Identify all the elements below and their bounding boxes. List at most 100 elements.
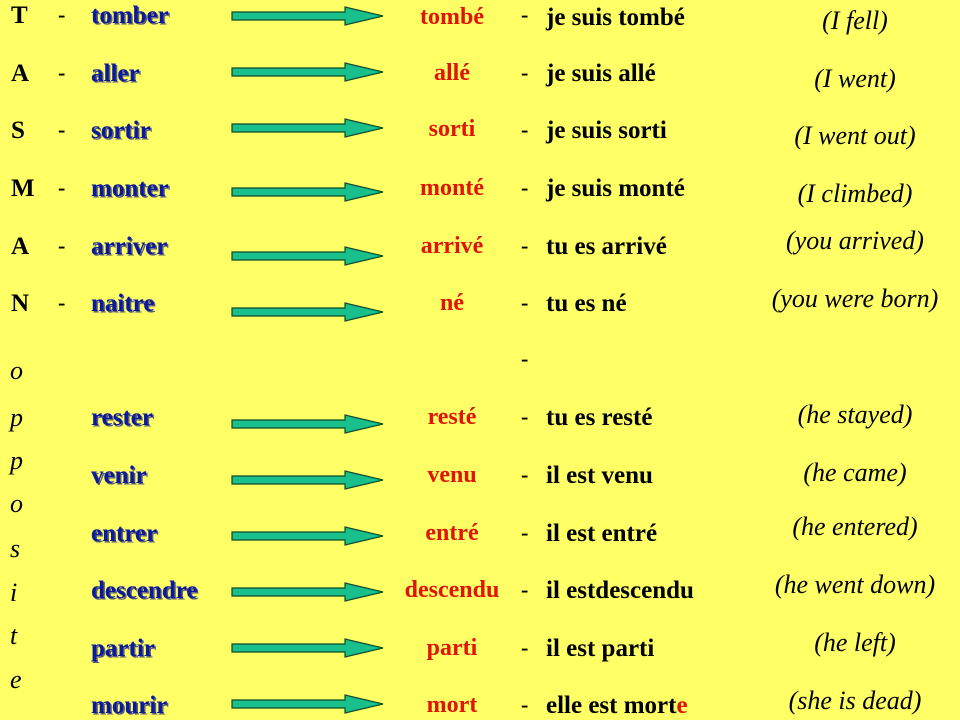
separator-dash: - <box>521 692 529 717</box>
right-arrow-icon <box>231 526 385 546</box>
opposite-letter: o <box>10 356 23 385</box>
separator-dash: - <box>521 290 529 315</box>
past-participle: allé <box>434 60 470 86</box>
right-arrow-icon <box>231 582 385 602</box>
infinitive-verb: partir <box>91 635 155 662</box>
passe-compose-phrase: tu es resté <box>546 404 652 432</box>
right-arrow-icon <box>231 118 385 138</box>
separator-dash: - <box>521 117 529 142</box>
mnemonic-letter: S <box>11 117 25 144</box>
right-arrow-icon <box>231 638 385 658</box>
separator-dash: - <box>521 175 529 200</box>
phrase-text: tu es arrivé <box>546 233 667 260</box>
phrase-text: tu es resté <box>546 404 653 431</box>
past-participle: resté <box>427 404 477 430</box>
passe-compose-phrase: il est venu <box>546 462 653 490</box>
opposite-letter: e <box>10 665 22 694</box>
english-translation: (I went out) <box>794 121 916 150</box>
english-translation: (he came) <box>803 458 907 487</box>
infinitive-verb: entrer <box>91 520 158 547</box>
english-translation: (I fell) <box>822 6 888 35</box>
phrase-text: tu es né <box>546 290 627 317</box>
mnemonic-letter: A <box>11 233 30 260</box>
passe-compose-phrase: tu es arrivé <box>546 233 667 261</box>
separator-dash: - <box>58 290 66 315</box>
english-translation: (I went) <box>814 64 896 93</box>
opposite-letter: o <box>10 489 23 518</box>
infinitive-verb: sortir <box>91 117 151 144</box>
separator-dash: - <box>58 175 66 200</box>
right-arrow-icon <box>231 302 385 322</box>
separator-dash: - <box>58 233 66 258</box>
phrase-text: je suis sorti <box>546 117 667 144</box>
passe-compose-phrase: je suis sorti <box>546 117 667 145</box>
passe-compose-phrase: je suis tombé <box>546 4 685 32</box>
phrase-text: il est venu <box>546 462 653 489</box>
passe-compose-phrase: je suis monté <box>546 175 685 203</box>
past-participle: arrivé <box>420 233 484 259</box>
english-translation: (he entered) <box>792 512 918 541</box>
right-arrow-icon <box>231 6 385 26</box>
right-arrow-icon <box>231 470 385 490</box>
feminine-agreement-suffix: e <box>676 692 688 719</box>
opposite-letter: p <box>10 446 23 475</box>
past-participle: monté <box>420 175 484 201</box>
english-translation: (she is dead) <box>788 686 922 715</box>
phrase-text: je suis tombé <box>546 4 685 31</box>
phrase-text: il est parti <box>546 635 655 662</box>
past-participle: mort <box>426 692 478 718</box>
infinitive-verb: rester <box>91 404 153 431</box>
phrase-text: il est entré <box>546 520 658 547</box>
past-participle: tombé <box>420 4 484 30</box>
infinitive-verb: descendre <box>91 577 198 604</box>
infinitive-verb: mourir <box>91 692 168 719</box>
mnemonic-letter: N <box>11 290 30 317</box>
past-participle: descendu <box>404 577 500 603</box>
separator-dash: - <box>58 60 66 85</box>
separator-dash: - <box>521 462 529 487</box>
right-arrow-icon <box>231 246 385 266</box>
separator-dash: - <box>58 117 66 142</box>
infinitive-verb: aller <box>91 60 140 87</box>
passe-compose-phrase: elle est morte <box>546 692 688 720</box>
phrase-text: je suis monté <box>546 175 685 202</box>
opposite-letter: t <box>10 621 18 650</box>
separator-dash: - <box>521 233 529 258</box>
passe-compose-phrase: il estdescendu <box>546 577 694 605</box>
passe-compose-phrase: il est entré <box>546 520 657 548</box>
separator-dash: - <box>58 2 66 27</box>
passe-compose-phrase: il est parti <box>546 635 654 663</box>
separator-dash: - <box>521 635 529 660</box>
infinitive-verb: arriver <box>91 233 168 260</box>
infinitive-verb: tomber <box>91 2 169 29</box>
passe-compose-phrase: tu es né <box>546 290 627 318</box>
opposite-letter: p <box>10 403 23 432</box>
passe-compose-phrase: je suis allé <box>546 60 656 88</box>
right-arrow-icon <box>231 62 385 82</box>
english-translation: (you arrived) <box>786 226 924 255</box>
english-translation: (he stayed) <box>797 400 913 429</box>
right-arrow-icon <box>231 182 385 202</box>
past-participle: venu <box>427 462 477 488</box>
mnemonic-letter: A <box>11 60 30 87</box>
right-arrow-icon <box>231 414 385 434</box>
phrase-text: je suis allé <box>546 60 656 87</box>
opposite-letter: s <box>10 534 21 563</box>
phrase-text: il estdescendu <box>546 577 694 604</box>
infinitive-verb: naitre <box>91 290 155 317</box>
english-translation: (you were born) <box>771 284 939 313</box>
past-participle: entré <box>425 520 479 546</box>
past-participle: né <box>440 290 464 316</box>
right-arrow-icon <box>231 694 385 714</box>
english-translation: (he left) <box>814 628 896 657</box>
phrase-text: elle est mort <box>546 692 677 719</box>
separator-dash: - <box>521 520 529 545</box>
past-participle: parti <box>426 635 478 661</box>
english-translation: (he went down) <box>774 570 936 599</box>
infinitive-verb: monter <box>91 175 169 202</box>
past-participle: sorti <box>428 116 476 142</box>
separator-dash: - <box>521 346 529 371</box>
infinitive-verb: venir <box>91 462 147 489</box>
separator-dash: - <box>521 2 529 27</box>
mnemonic-letter: M <box>11 175 35 202</box>
